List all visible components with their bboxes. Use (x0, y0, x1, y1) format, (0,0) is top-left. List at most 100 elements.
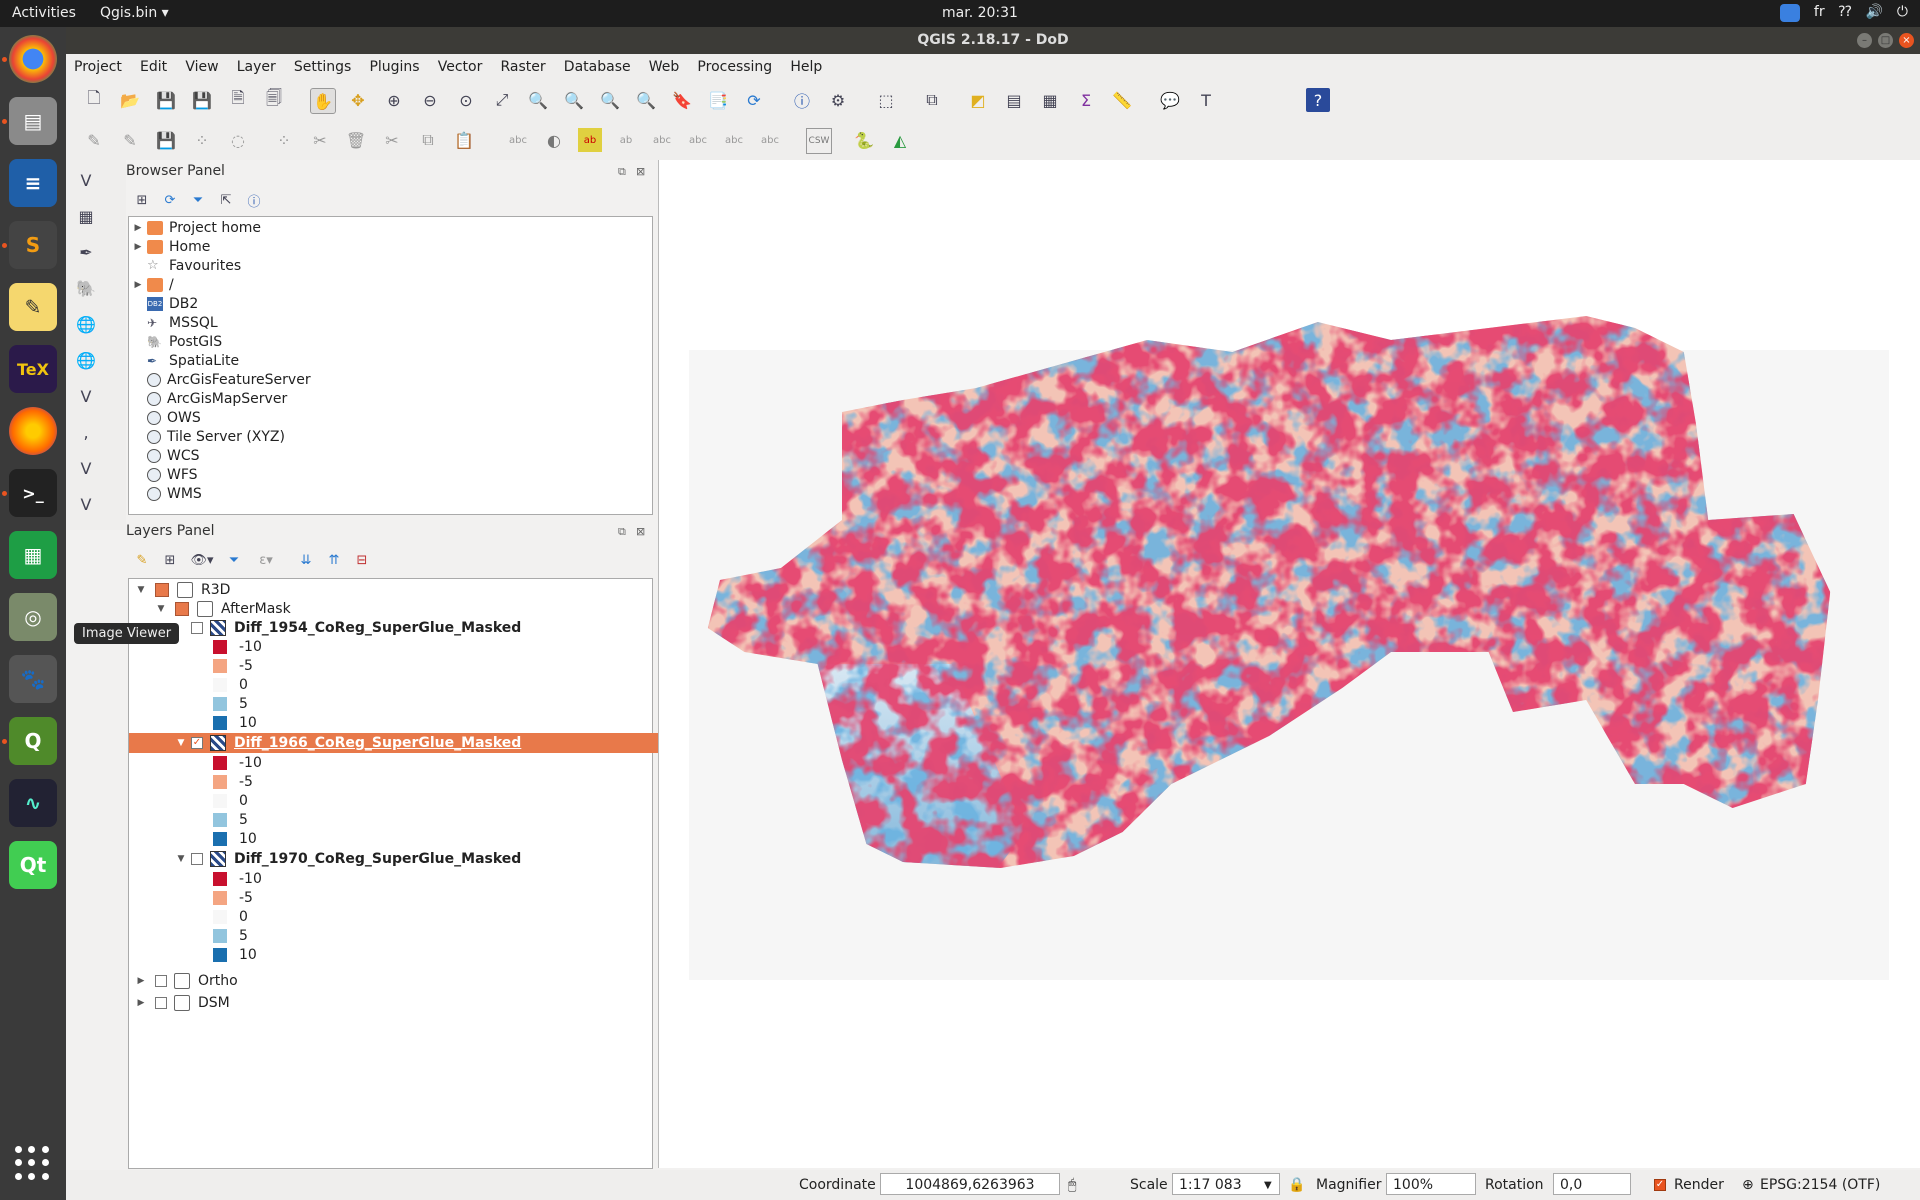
layers-panel-float-icon[interactable]: ⧉ (618, 525, 626, 539)
browser-panel-close-icon[interactable]: ⊠ (636, 165, 645, 178)
pan-to-selection-icon[interactable]: ✥ (346, 88, 370, 112)
menu-vector[interactable]: Vector (430, 54, 489, 75)
menu-project[interactable]: Project (66, 54, 128, 75)
texmaker-icon[interactable]: TeX (9, 345, 57, 393)
browser-item-postgis[interactable]: 🐘 PostGIS (129, 332, 222, 351)
zoom-full-icon[interactable]: ⤢ (490, 88, 514, 112)
browser-item-root[interactable]: ▶ / (129, 275, 174, 294)
files-icon[interactable]: ▤ (9, 97, 57, 145)
show-hide-labels-icon[interactable]: abc (650, 128, 674, 152)
open-project-icon[interactable]: 📂 (118, 88, 142, 112)
browser-item-arcgismapserver[interactable]: ArcGisMapServer (129, 389, 287, 408)
collapse-arrow-icon[interactable]: ▼ (153, 604, 169, 614)
node-tool-icon[interactable]: ⁘ (272, 128, 296, 152)
crs-globe-icon[interactable]: ⊕ (1742, 1177, 1754, 1193)
menu-processing[interactable]: Processing (689, 54, 778, 75)
save-project-icon[interactable]: 💾 (154, 88, 178, 112)
python-console-icon[interactable]: 🐍 (852, 128, 876, 152)
activities-button[interactable]: Activities (12, 5, 76, 21)
expand-arrow-icon[interactable]: ▶ (133, 998, 149, 1008)
browser-item-mssql[interactable]: ✈ MSSQL (129, 313, 218, 332)
browser-item-arcgisfeatureserver[interactable]: ArcGisFeatureServer (129, 370, 311, 389)
layer-diff-1954[interactable]: Diff_1954_CoReg_SuperGlue_Masked (129, 618, 714, 638)
pan-map-icon[interactable]: ✋ (310, 88, 336, 114)
show-bookmarks-icon[interactable]: 📑 (706, 88, 730, 112)
change-label-icon[interactable]: abc (758, 128, 782, 152)
remove-layer-icon[interactable]: ⊟ (352, 550, 372, 570)
add-virtual-layer-icon[interactable]: V (74, 456, 98, 480)
expand-all-icon[interactable]: ⇊ (296, 550, 316, 570)
browser-item-spatialite[interactable]: ✒ SpatiaLite (129, 351, 239, 370)
image-viewer-icon[interactable]: ◎ (9, 593, 57, 641)
browser-item-favourites[interactable]: ☆ Favourites (129, 256, 241, 275)
add-postgis-icon[interactable]: 🐘 (74, 276, 98, 300)
highlight-labels-icon[interactable]: ab (614, 128, 638, 152)
new-shapefile-icon[interactable]: V (74, 492, 98, 516)
delete-selected-icon[interactable]: 🗑 (344, 128, 368, 152)
browser-item-project-home[interactable]: ▶ Project home (129, 218, 262, 237)
save-as-icon[interactable]: 💾 (190, 88, 214, 112)
text-editor-icon[interactable]: ✎ (9, 283, 57, 331)
expand-arrow-icon[interactable]: ▶ (133, 976, 149, 986)
toggle-editing-icon[interactable]: ✎ (118, 128, 142, 152)
window-titlebar[interactable]: QGIS 2.18.17 - DoD – □ × (66, 27, 1920, 54)
menu-plugins[interactable]: Plugins (361, 54, 425, 75)
maximize-icon[interactable]: □ (1878, 33, 1893, 48)
collapse-arrow-icon[interactable]: ▼ (133, 585, 149, 595)
browser-refresh-icon[interactable]: ⟳ (160, 190, 180, 210)
browser-panel-float-icon[interactable]: ⧉ (618, 165, 626, 179)
gimp-icon[interactable]: 🐾 (9, 655, 57, 703)
close-icon[interactable]: × (1899, 33, 1914, 48)
magnifier-spinbox[interactable]: 100% (1386, 1173, 1476, 1195)
statistics-sigma-icon[interactable]: Σ (1074, 88, 1098, 112)
group-visibility-checkbox[interactable] (175, 602, 189, 616)
browser-item-home[interactable]: ▶ Home (129, 237, 211, 256)
extents-toggle-icon[interactable]: 🖱 (1068, 1177, 1076, 1193)
accessibility-icon[interactable]: ⁇ (1839, 4, 1852, 22)
layers-tree[interactable]: ▼ R3D ▼ AfterMask Diff_1954_CoReg_SuperGlu… (128, 578, 696, 1169)
properties-info-icon[interactable]: ⓘ (244, 190, 264, 210)
paste-features-icon[interactable]: 📋 (452, 128, 476, 152)
menu-edit[interactable]: Edit (132, 54, 173, 75)
sublime-icon[interactable]: S (9, 221, 57, 269)
pin-labels-icon[interactable]: ab (578, 128, 602, 152)
attribute-table-icon[interactable]: ▤ (1002, 88, 1026, 112)
layer-group-ortho[interactable]: ▶ Ortho (129, 971, 656, 991)
rotate-label-icon[interactable]: abc (722, 128, 746, 152)
zoom-out-icon[interactable]: ⊖ (418, 88, 442, 112)
measure-icon[interactable]: 📏 (1110, 88, 1134, 112)
layer-group-aftermask[interactable]: ▼ AfterMask (129, 599, 676, 619)
copy-features-icon[interactable]: ⧉ (416, 128, 440, 152)
add-wcs-icon[interactable]: 🌐 (74, 348, 98, 372)
group-visibility-checkbox[interactable] (155, 997, 167, 1009)
plugin-profile-icon[interactable]: ◭ (888, 128, 912, 152)
help-icon[interactable]: ? (1306, 88, 1330, 112)
menu-view[interactable]: View (177, 54, 224, 75)
coordinate-field[interactable]: 1004869,6263963 (880, 1173, 1060, 1195)
add-wfs-icon[interactable]: V (74, 384, 98, 408)
select-features-icon[interactable]: ⬚ (874, 88, 898, 112)
label-abc-icon[interactable]: abc (506, 128, 530, 152)
layer-diff-1966[interactable]: ▼ ✓ Diff_1966_CoReg_SuperGlue_Masked (129, 733, 696, 753)
menu-web[interactable]: Web (641, 54, 686, 75)
expand-arrow-icon[interactable]: ▶ (129, 223, 147, 233)
save-edits-icon[interactable]: 💾 (154, 128, 178, 152)
menu-database[interactable]: Database (556, 54, 637, 75)
browser-item-wcs[interactable]: WCS (129, 446, 200, 465)
add-ring-icon[interactable]: ◌ (226, 128, 250, 152)
browser-filter-icon[interactable]: ⏷ (188, 190, 208, 210)
add-vector-layer-icon[interactable]: V (74, 168, 98, 192)
new-bookmark-icon[interactable]: 🔖 (670, 88, 694, 112)
layer-diff-1970[interactable]: ▼ Diff_1970_CoReg_SuperGlue_Masked (129, 849, 696, 869)
zoom-last-icon[interactable]: 🔍 (598, 88, 622, 112)
system-tray[interactable]: fr ⁇ 🔊 ⏻ (1779, 4, 1908, 22)
map-canvas[interactable] (658, 160, 1920, 1168)
browser-item-ows[interactable]: OWS (129, 408, 201, 427)
clock[interactable]: mar. 20:31 (930, 5, 1030, 21)
minimize-icon[interactable]: – (1857, 33, 1872, 48)
collapse-arrow-icon[interactable]: ▼ (173, 854, 189, 864)
zoom-next-icon[interactable]: 🔍 (634, 88, 658, 112)
add-spatialite-icon[interactable]: ✒ (74, 240, 98, 264)
firefox-icon[interactable] (9, 407, 57, 455)
layer-visibility-checkbox[interactable] (191, 622, 203, 634)
